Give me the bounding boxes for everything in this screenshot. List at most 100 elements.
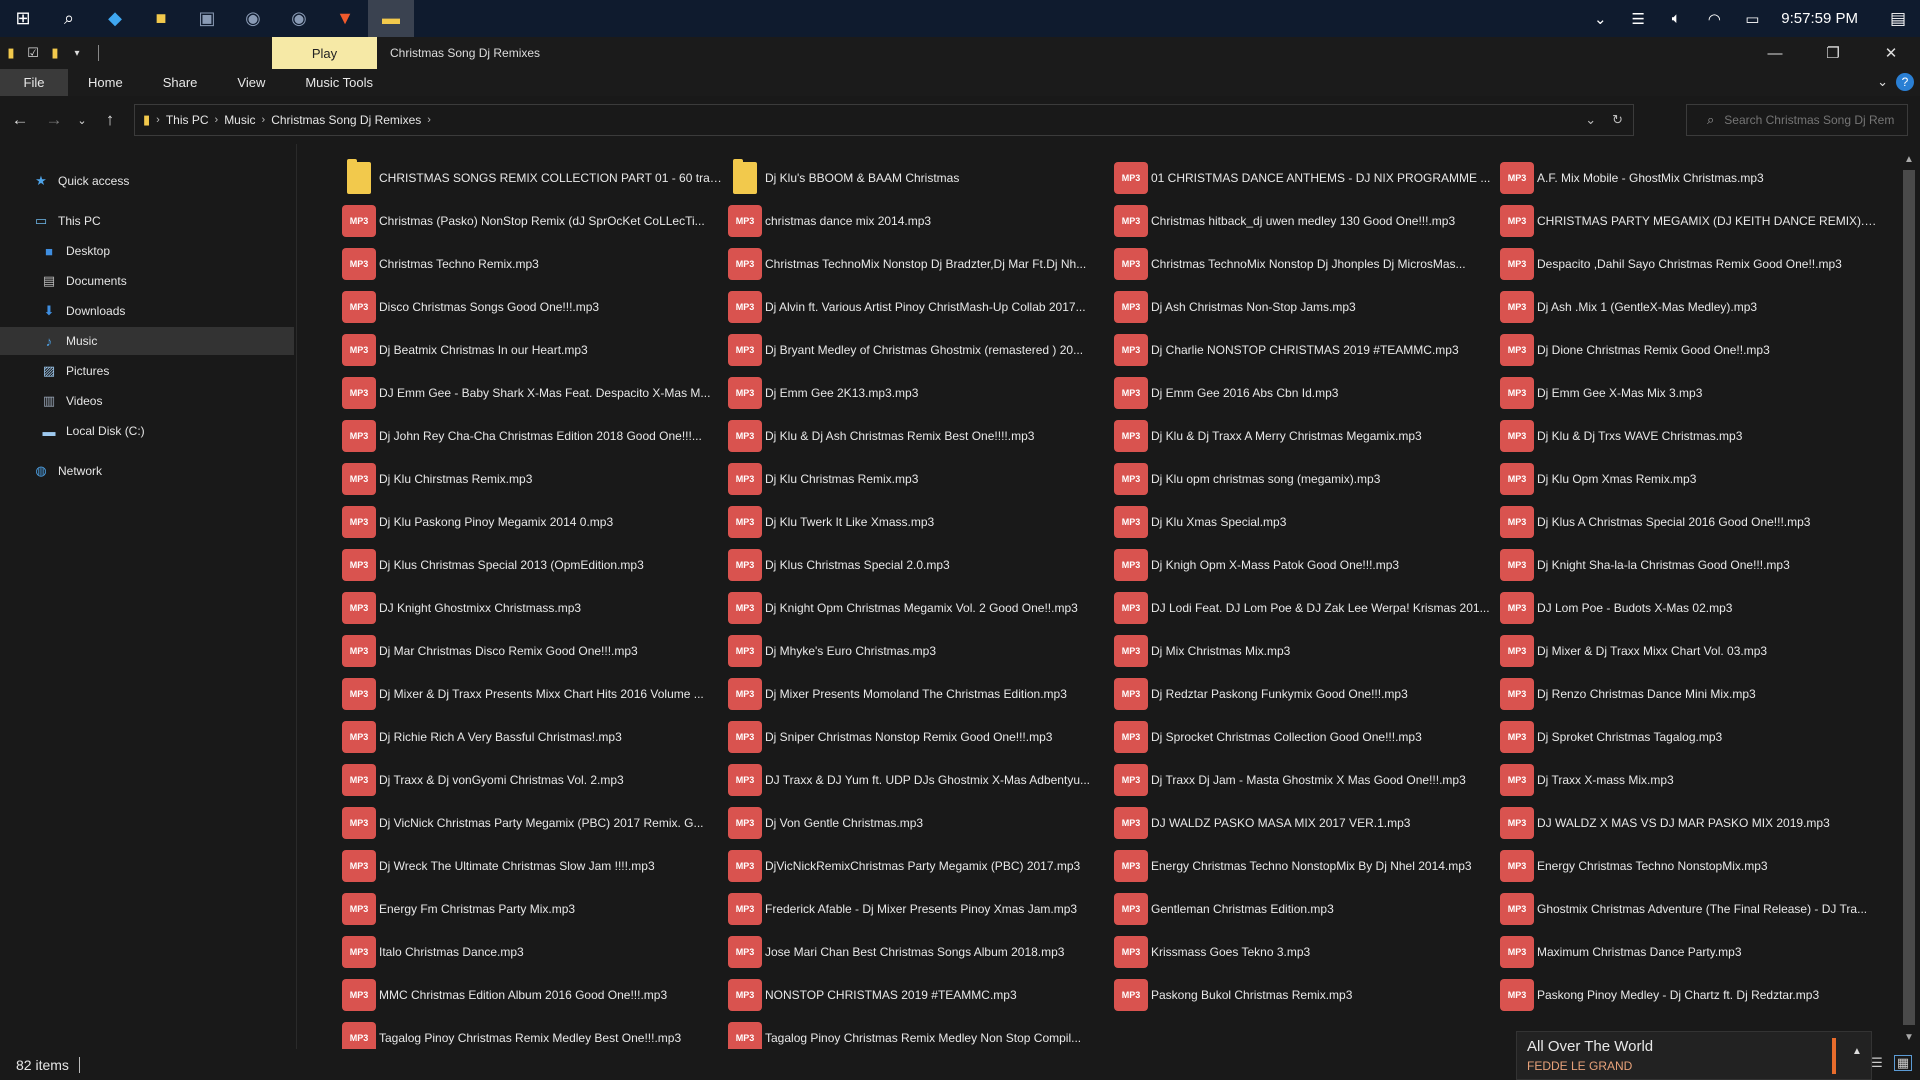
vscode-taskbar-button[interactable]: ◆ <box>92 0 138 37</box>
file-item[interactable]: MP3 Dj Sprocket Christmas Collection Good… <box>1114 715 1500 758</box>
sidebar-item-music[interactable]: ♪ Music <box>0 327 294 355</box>
file-item[interactable]: MP3 Dj Beatmix Christmas In our Heart.mp3 <box>342 328 728 371</box>
search-taskbar-button[interactable]: ⌕ <box>46 0 92 37</box>
file-item[interactable]: MP3 Dj Klu & Dj Trxs WAVE Christmas.mp3 <box>1500 414 1886 457</box>
file-item[interactable]: MP3 Dj John Rey Cha-Cha Christmas Edition… <box>342 414 728 457</box>
file-item[interactable]: MP3 Paskong Pinoy Medley - Dj Chartz ft. … <box>1500 973 1886 1016</box>
file-item[interactable]: MP3 Dj Renzo Christmas Dance Mini Mix.mp3 <box>1500 672 1886 715</box>
tiles-view-icon[interactable]: ▦ <box>1894 1055 1912 1071</box>
file-item[interactable]: MP3 Dj Von Gentle Christmas.mp3 <box>728 801 1114 844</box>
tab-share[interactable]: Share <box>143 69 218 96</box>
file-item[interactable]: MP3 Dj Emm Gee X-Mas Mix 3.mp3 <box>1500 371 1886 414</box>
tab-view[interactable]: View <box>217 69 285 96</box>
file-item[interactable]: MP3 Dj Traxx & Dj vonGyomi Christmas Vol.… <box>342 758 728 801</box>
app-taskbar-button-1[interactable]: ▣ <box>184 0 230 37</box>
tab-file[interactable]: File <box>0 69 68 96</box>
file-item[interactable]: MP3 CHRISTMAS PARTY MEGAMIX (DJ KEITH DAN… <box>1500 199 1886 242</box>
pane-divider[interactable] <box>296 144 297 1049</box>
file-item[interactable]: MP3 Dj Mix Christmas Mix.mp3 <box>1114 629 1500 672</box>
file-item[interactable]: MP3 Dj Klu opm christmas song (megamix).m… <box>1114 457 1500 500</box>
expand-ribbon-icon[interactable]: ⌄ <box>1877 74 1888 90</box>
file-item[interactable]: MP3 Paskong Bukol Christmas Remix.mp3 <box>1114 973 1500 1016</box>
file-item[interactable]: MP3 Frederick Afable - Dj Mixer Presents … <box>728 887 1114 930</box>
file-item[interactable]: MP3 Dj Traxx Dj Jam - Masta Ghostmix X Ma… <box>1114 758 1500 801</box>
breadcrumb-this-pc[interactable]: This PC <box>166 113 209 127</box>
file-item[interactable]: MP3 Dj Knight Opm Christmas Megamix Vol. … <box>728 586 1114 629</box>
vertical-scrollbar[interactable]: ▲ ▼ <box>1898 144 1920 1049</box>
file-item[interactable]: MP3 Italo Christmas Dance.mp3 <box>342 930 728 973</box>
details-view-icon[interactable]: ☰ <box>1868 1055 1886 1071</box>
file-item[interactable]: MP3 Dj Knight Sha-la-la Christmas Good On… <box>1500 543 1886 586</box>
file-item[interactable]: MP3 Maximum Christmas Dance Party.mp3 <box>1500 930 1886 973</box>
tab-home[interactable]: Home <box>68 69 143 96</box>
file-item[interactable]: MP3 NONSTOP CHRISTMAS 2019 #TEAMMC.mp3 <box>728 973 1114 1016</box>
search-box[interactable]: ⌕ <box>1686 104 1908 136</box>
file-item[interactable]: MP3 Tagalog Pinoy Christmas Remix Medley … <box>728 1016 1114 1049</box>
close-button[interactable]: ✕ <box>1862 37 1920 69</box>
sidebar-item-pictures[interactable]: ▨ Pictures <box>0 357 294 385</box>
file-item[interactable]: MP3 Jose Mari Chan Best Christmas Songs A… <box>728 930 1114 973</box>
breadcrumb-music[interactable]: Music <box>224 113 255 127</box>
folder-item[interactable]: Dj Klu's BBOOM & BAAM Christmas <box>728 156 1114 199</box>
file-item[interactable]: MP3 Dj Klus Christmas Special 2.0.mp3 <box>728 543 1114 586</box>
start-button[interactable]: ⊞ <box>0 0 46 37</box>
file-item[interactable]: MP3 DjVicNickRemixChristmas Party Megamix… <box>728 844 1114 887</box>
file-item[interactable]: MP3 Dj Klus Christmas Special 2013 (OpmEd… <box>342 543 728 586</box>
file-item[interactable]: MP3 Dj Klu Chirstmas Remix.mp3 <box>342 457 728 500</box>
file-item[interactable]: MP3 Dj Richie Rich A Very Bassful Christm… <box>342 715 728 758</box>
scroll-up-icon[interactable]: ▲ <box>1898 150 1920 168</box>
file-item[interactable]: MP3 Dj Klu Xmas Special.mp3 <box>1114 500 1500 543</box>
recent-locations-button[interactable]: ⌄ <box>74 106 90 134</box>
file-item[interactable]: MP3 Dj Klu & Dj Ash Christmas Remix Best … <box>728 414 1114 457</box>
file-item[interactable]: MP3 Dj Emm Gee 2K13.mp3.mp3 <box>728 371 1114 414</box>
file-item[interactable]: MP3 Dj Wreck The Ultimate Christmas Slow … <box>342 844 728 887</box>
sidebar-item-videos[interactable]: ▥ Videos <box>0 387 294 415</box>
scroll-down-icon[interactable]: ▼ <box>1898 1028 1920 1046</box>
file-item[interactable]: MP3 Dj Klu Twerk It Like Xmass.mp3 <box>728 500 1114 543</box>
address-history-icon[interactable]: ⌄ <box>1585 112 1596 128</box>
file-item[interactable]: MP3 christmas dance mix 2014.mp3 <box>728 199 1114 242</box>
file-item[interactable]: MP3 MMC Christmas Edition Album 2016 Good… <box>342 973 728 1016</box>
chevron-up-icon[interactable]: ▲ <box>1852 1046 1862 1057</box>
file-item[interactable]: MP3 Dj Knigh Opm X-Mass Patok Good One!!!… <box>1114 543 1500 586</box>
file-item[interactable]: MP3 Dj Klu & Dj Traxx A Merry Christmas M… <box>1114 414 1500 457</box>
properties-icon[interactable]: ☑ <box>26 45 40 60</box>
battery-button[interactable]: ▭ <box>1733 0 1771 37</box>
scrollbar-thumb[interactable] <box>1903 170 1915 1025</box>
file-item[interactable]: MP3 Dj Mixer & Dj Traxx Mixx Chart Vol. 0… <box>1500 629 1886 672</box>
file-explorer-taskbar-button[interactable]: ▬ <box>368 0 414 37</box>
file-item[interactable]: MP3 Energy Fm Christmas Party Mix.mp3 <box>342 887 728 930</box>
sidebar-item-this-pc[interactable]: ▭ This PC <box>0 207 294 235</box>
file-item[interactable]: MP3 Dj Dione Christmas Remix Good One!!.m… <box>1500 328 1886 371</box>
file-item[interactable]: MP3 01 CHRISTMAS DANCE ANTHEMS - DJ NIX P… <box>1114 156 1500 199</box>
media-notification[interactable]: All Over The World FEDDE LE GRAND ▲ <box>1516 1031 1872 1080</box>
file-item[interactable]: MP3 Tagalog Pinoy Christmas Remix Medley … <box>342 1016 728 1049</box>
file-item[interactable]: MP3 Christmas hitback_dj uwen medley 130 … <box>1114 199 1500 242</box>
file-item[interactable]: MP3 Dj Ash .Mix 1 (GentleX-Mas Medley).mp… <box>1500 285 1886 328</box>
address-bar[interactable]: ▮ › This PC › Music › Christmas Song Dj … <box>134 104 1634 136</box>
sidebar-item-quick-access[interactable]: ★ Quick access <box>0 167 294 195</box>
file-item[interactable]: MP3 Dj Klu Paskong Pinoy Megamix 2014 0.m… <box>342 500 728 543</box>
back-button[interactable]: ← <box>6 106 34 134</box>
file-item[interactable]: MP3 DJ Lodi Feat. DJ Lom Poe & DJ Zak Lee… <box>1114 586 1500 629</box>
sticky-notes-taskbar-button[interactable]: ■ <box>138 0 184 37</box>
file-item[interactable]: MP3 Ghostmix Christmas Adventure (The Fin… <box>1500 887 1886 930</box>
file-item[interactable]: MP3 Disco Christmas Songs Good One!!!.mp3 <box>342 285 728 328</box>
file-item[interactable]: MP3 Dj Mixer Presents Momoland The Christ… <box>728 672 1114 715</box>
file-item[interactable]: MP3 Dj Sniper Christmas Nonstop Remix Goo… <box>728 715 1114 758</box>
file-item[interactable]: MP3 Dj Mar Christmas Disco Remix Good One… <box>342 629 728 672</box>
file-item[interactable]: MP3 DJ Traxx & DJ Yum ft. UDP DJs Ghostmi… <box>728 758 1114 801</box>
sidebar-item-network[interactable]: ◍ Network <box>0 457 294 485</box>
file-item[interactable]: MP3 Dj Alvin ft. Various Artist Pinoy Chr… <box>728 285 1114 328</box>
minimize-button[interactable]: — <box>1746 37 1804 69</box>
file-item[interactable]: MP3 Dj Klu Christmas Remix.mp3 <box>728 457 1114 500</box>
network-tray-button[interactable]: ◠ <box>1695 0 1733 37</box>
file-item[interactable]: MP3 Christmas TechnoMix Nonstop Dj Jhonpl… <box>1114 242 1500 285</box>
file-item[interactable]: MP3 Energy Christmas Techno NonstopMix By… <box>1114 844 1500 887</box>
file-item[interactable]: MP3 DJ Emm Gee - Baby Shark X-Mas Feat. D… <box>342 371 728 414</box>
notification-center-button[interactable]: ▤ <box>1876 0 1920 37</box>
new-folder-icon[interactable]: ▮ <box>48 45 62 60</box>
file-item[interactable]: MP3 Christmas TechnoMix Nonstop Dj Bradzt… <box>728 242 1114 285</box>
file-item[interactable]: MP3 Dj Bryant Medley of Christmas Ghostmi… <box>728 328 1114 371</box>
file-item[interactable]: MP3 A.F. Mix Mobile - GhostMix Christmas.… <box>1500 156 1886 199</box>
